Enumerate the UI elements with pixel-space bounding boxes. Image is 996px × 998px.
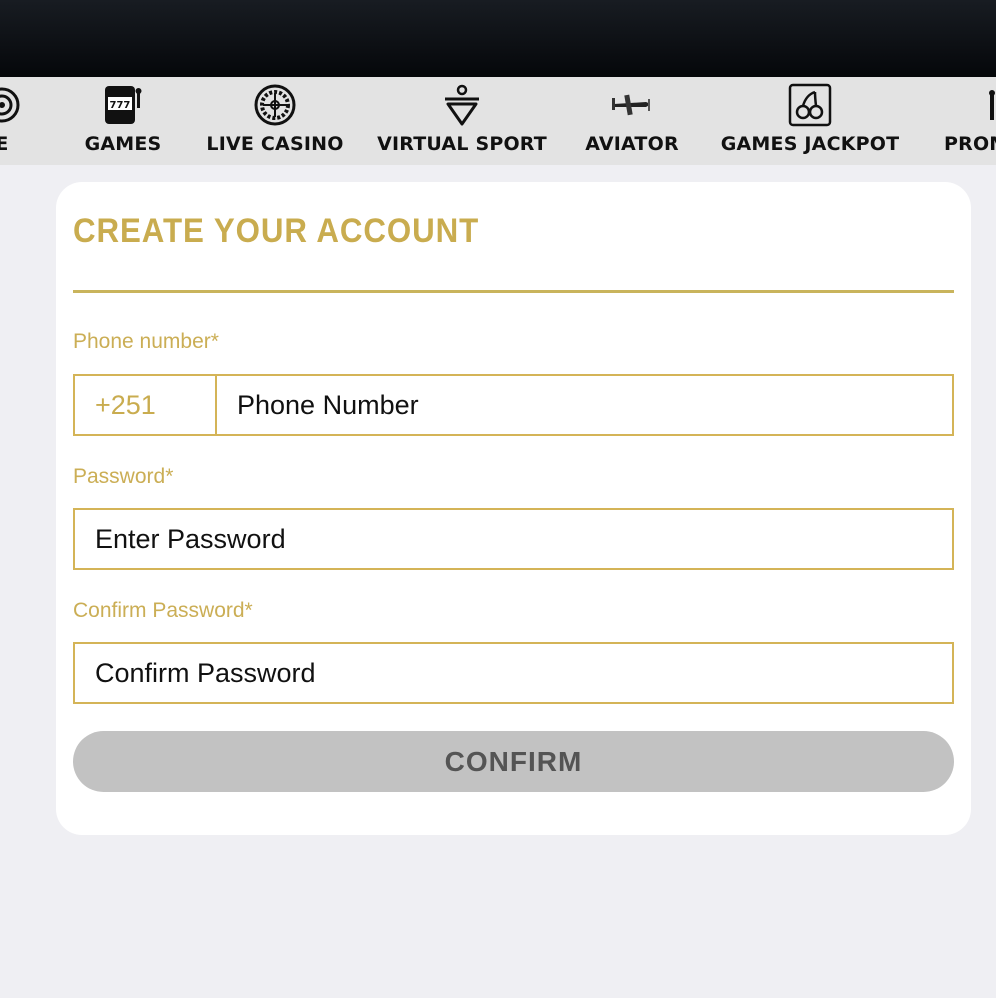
password-field[interactable]: Enter Password [73, 508, 954, 570]
slot-machine-icon: 777 [101, 84, 145, 126]
password-label: Password* [73, 465, 174, 488]
nav-item-aviator[interactable]: AVIATOR [584, 77, 680, 165]
country-code-select[interactable]: +251 [75, 376, 217, 434]
phone-field[interactable]: +251 Phone Number [73, 374, 954, 436]
nav-item-home[interactable]: E [0, 77, 22, 165]
confirm-password-input-placeholder[interactable]: Confirm Password [95, 644, 316, 702]
nav-item-label: AVIATOR [585, 133, 679, 155]
nav-item-label: GAMES [84, 133, 162, 155]
page-title: CREATE YOUR ACCOUNT [73, 212, 480, 250]
roulette-icon [254, 84, 296, 126]
phone-input-placeholder[interactable]: Phone Number [237, 376, 419, 434]
target-icon [0, 84, 22, 126]
nav-item-games[interactable]: 777 GAMES [83, 77, 163, 165]
confirm-password-label: Confirm Password* [73, 599, 253, 622]
phone-label: Phone number* [73, 330, 219, 353]
category-nav: E 777 GAMES LIVE CASINO VIRTUAL SPORT AV… [0, 77, 996, 165]
virtual-sport-icon [442, 84, 482, 126]
promo-icon [944, 84, 996, 126]
svg-text:777: 777 [110, 100, 131, 111]
nav-item-virtual-sport[interactable]: VIRTUAL SPORT [377, 77, 547, 165]
confirm-password-field[interactable]: Confirm Password [73, 642, 954, 704]
nav-item-label: PROM [944, 133, 996, 155]
top-header-bar [0, 0, 996, 77]
country-code-value: +251 [95, 390, 156, 420]
signup-card: CREATE YOUR ACCOUNT Phone number* +251 P… [56, 182, 971, 835]
nav-item-label: LIVE CASINO [206, 133, 344, 155]
nav-item-games-jackpot[interactable]: GAMES JACKPOT [721, 77, 899, 165]
title-divider [73, 290, 954, 293]
nav-item-label: E [0, 133, 9, 155]
nav-item-promotions[interactable]: PROM [944, 77, 996, 165]
nav-item-label: GAMES JACKPOT [720, 133, 900, 155]
cherries-icon [788, 83, 832, 127]
confirm-button[interactable]: CONFIRM [73, 731, 954, 792]
nav-item-label: VIRTUAL SPORT [377, 133, 547, 155]
password-input-placeholder[interactable]: Enter Password [95, 510, 286, 568]
nav-item-live-casino[interactable]: LIVE CASINO [205, 77, 345, 165]
airplane-icon [610, 84, 654, 126]
